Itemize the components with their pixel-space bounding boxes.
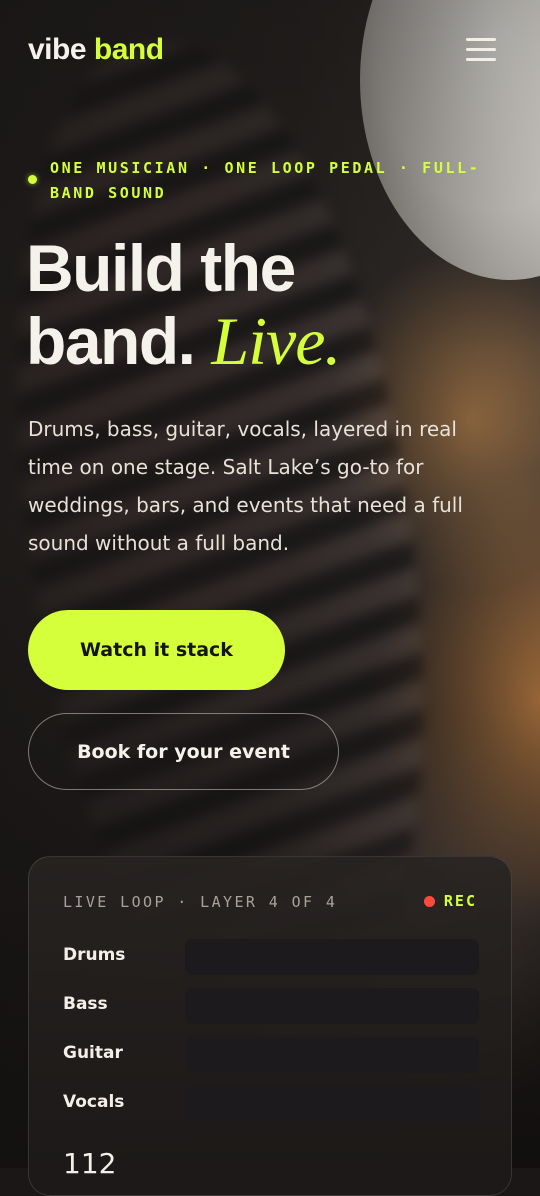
layer-label: Bass <box>63 994 108 1014</box>
loop-layer-bass: Bass <box>63 988 479 1024</box>
hero-headline: Build the band. Live. <box>26 232 526 378</box>
rec-indicator: REC <box>423 892 477 910</box>
loop-card-title: LIVE LOOP · LAYER 4 OF 4 <box>63 893 338 911</box>
loop-layer-drums: Drums <box>63 939 479 975</box>
watch-it-stack-button[interactable]: Watch it stack <box>28 610 285 690</box>
book-event-button[interactable]: Book for your event <box>28 713 339 790</box>
record-dot-icon <box>423 895 435 907</box>
loop-layer-guitar: Guitar <box>63 1037 479 1073</box>
eyebrow-text: ONE MUSICIAN · ONE LOOP PEDAL · FULL-BAN… <box>50 159 481 202</box>
headline-line-1: Build the <box>26 231 296 305</box>
brand-word-1: vibe <box>28 33 87 66</box>
layer-label: Vocals <box>63 1092 125 1112</box>
accent-dot-icon <box>28 175 37 184</box>
layer-track-bar <box>185 1037 479 1073</box>
hero-eyebrow: ONE MUSICIAN · ONE LOOP PEDAL · FULL-BAN… <box>28 156 488 206</box>
site-header: vibe band <box>28 32 512 72</box>
rec-label: REC <box>443 892 477 910</box>
layer-label: Drums <box>63 945 126 965</box>
headline-accent: Live. <box>211 303 341 379</box>
layer-label: Guitar <box>63 1043 123 1063</box>
bpm-value: 112 <box>63 1147 117 1180</box>
layer-track-bar <box>185 939 479 975</box>
headline-line-2: band. Live. <box>26 305 526 378</box>
brand-word-2: band <box>93 33 164 66</box>
hamburger-icon[interactable] <box>466 38 498 62</box>
layer-track-bar <box>185 1086 479 1122</box>
hero-description: Drums, bass, guitar, vocals, layered in … <box>28 417 463 555</box>
live-loop-card: LIVE LOOP · LAYER 4 OF 4 REC Drums Bass … <box>28 856 512 1196</box>
brand-logo[interactable]: vibe band <box>28 32 164 68</box>
headline-plain: band. <box>26 304 196 378</box>
loop-layer-vocals: Vocals <box>63 1086 479 1122</box>
layer-track-bar <box>185 988 479 1024</box>
